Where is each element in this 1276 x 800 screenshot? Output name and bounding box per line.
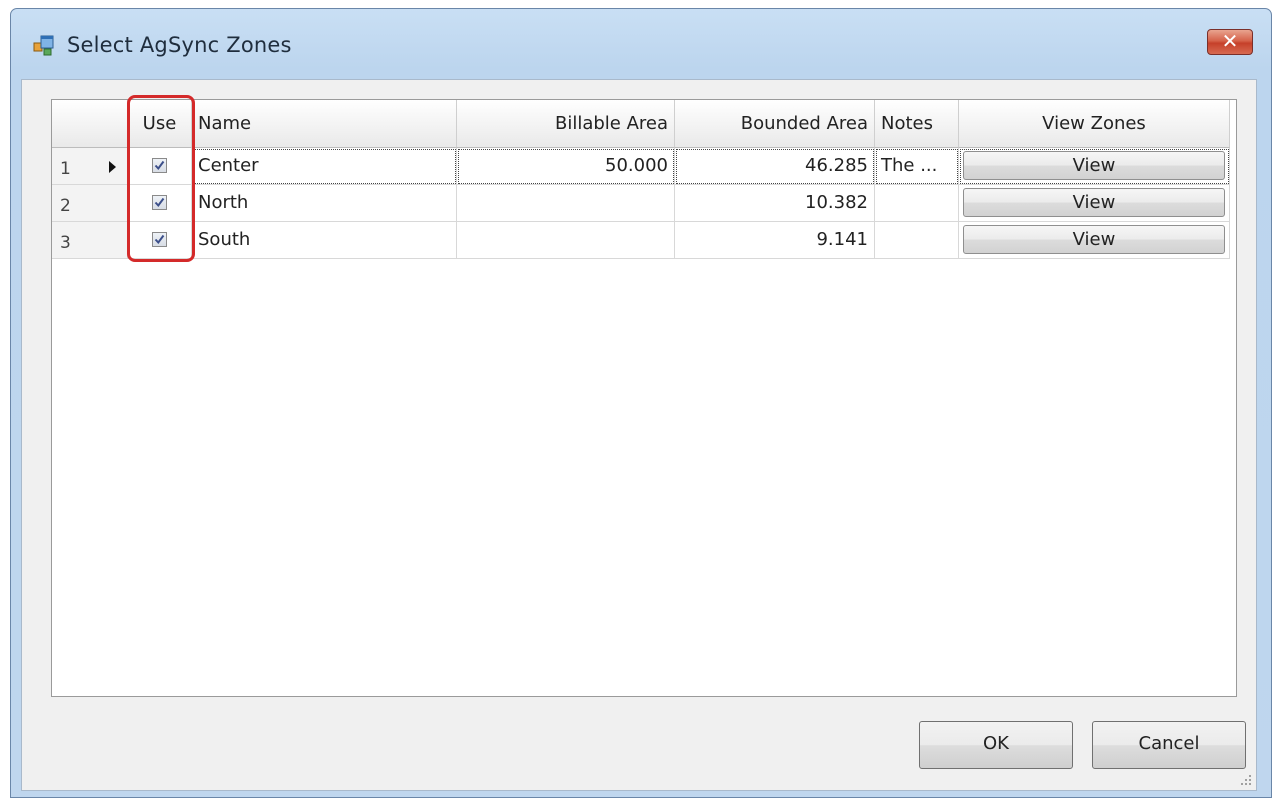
- bounded-area-cell[interactable]: 46.285: [675, 148, 875, 185]
- checkmark-icon: [154, 234, 164, 245]
- close-button[interactable]: ✕: [1207, 29, 1253, 55]
- bounded-area-cell[interactable]: 9.141: [675, 222, 875, 259]
- current-row-arrow-icon: [109, 161, 116, 173]
- zones-grid[interactable]: Use Name Billable Area Bounded Area Note…: [51, 95, 1237, 697]
- use-cell[interactable]: [128, 148, 192, 185]
- column-header-bounded-area[interactable]: Bounded Area: [675, 100, 875, 148]
- view-zones-cell: View: [959, 222, 1230, 259]
- notes-cell[interactable]: [875, 222, 959, 259]
- name-cell[interactable]: South: [192, 222, 457, 259]
- use-checkbox[interactable]: [151, 158, 167, 173]
- column-header-billable-area[interactable]: Billable Area: [457, 100, 675, 148]
- name-cell[interactable]: North: [192, 185, 457, 222]
- dialog-client-area: Use Name Billable Area Bounded Area Note…: [21, 79, 1257, 791]
- table-row[interactable]: 3 South 9.141 View: [52, 222, 1236, 259]
- row-header[interactable]: 1: [52, 148, 128, 185]
- name-cell[interactable]: Center: [192, 148, 457, 185]
- use-checkbox[interactable]: [151, 195, 167, 210]
- checkmark-icon: [154, 160, 164, 171]
- window-app-icon: [33, 35, 54, 56]
- row-number: 3: [60, 233, 71, 253]
- grid-header-row: Use Name Billable Area Bounded Area Note…: [52, 100, 1236, 148]
- billable-area-cell[interactable]: 50.000: [457, 148, 675, 185]
- title-bar[interactable]: Select AgSync Zones ✕: [11, 9, 1271, 77]
- ok-button[interactable]: OK: [919, 721, 1073, 769]
- table-row[interactable]: 2 North 10.382 View: [52, 185, 1236, 222]
- dialog-window: Select AgSync Zones ✕ Use Name Billable …: [10, 8, 1272, 798]
- close-icon: ✕: [1221, 29, 1239, 53]
- use-cell[interactable]: [128, 185, 192, 222]
- row-header-corner: [52, 100, 128, 148]
- notes-cell[interactable]: The ...: [875, 148, 959, 185]
- row-number: 2: [60, 196, 71, 216]
- column-header-notes[interactable]: Notes: [875, 100, 959, 148]
- column-header-view-zones[interactable]: View Zones: [959, 100, 1230, 148]
- billable-area-cell[interactable]: [457, 222, 675, 259]
- row-header[interactable]: 3: [52, 222, 128, 259]
- view-button[interactable]: View: [963, 225, 1225, 254]
- bounded-area-cell[interactable]: 10.382: [675, 185, 875, 222]
- use-cell[interactable]: [128, 222, 192, 259]
- view-zones-cell: View: [959, 148, 1230, 185]
- table-row[interactable]: 1 Center 50.000 46.285 The ... View: [52, 148, 1236, 185]
- use-checkbox[interactable]: [151, 232, 167, 247]
- view-button[interactable]: View: [963, 188, 1225, 217]
- cancel-button[interactable]: Cancel: [1092, 721, 1246, 769]
- checkmark-icon: [154, 197, 164, 208]
- notes-cell[interactable]: [875, 185, 959, 222]
- billable-area-cell[interactable]: [457, 185, 675, 222]
- row-header[interactable]: 2: [52, 185, 128, 222]
- row-number: 1: [60, 159, 71, 179]
- window-title: Select AgSync Zones: [67, 33, 292, 57]
- view-zones-cell: View: [959, 185, 1230, 222]
- column-header-name[interactable]: Name: [192, 100, 457, 148]
- view-button[interactable]: View: [963, 151, 1225, 180]
- column-header-use[interactable]: Use: [128, 100, 192, 148]
- resize-grip-icon[interactable]: [1240, 774, 1252, 786]
